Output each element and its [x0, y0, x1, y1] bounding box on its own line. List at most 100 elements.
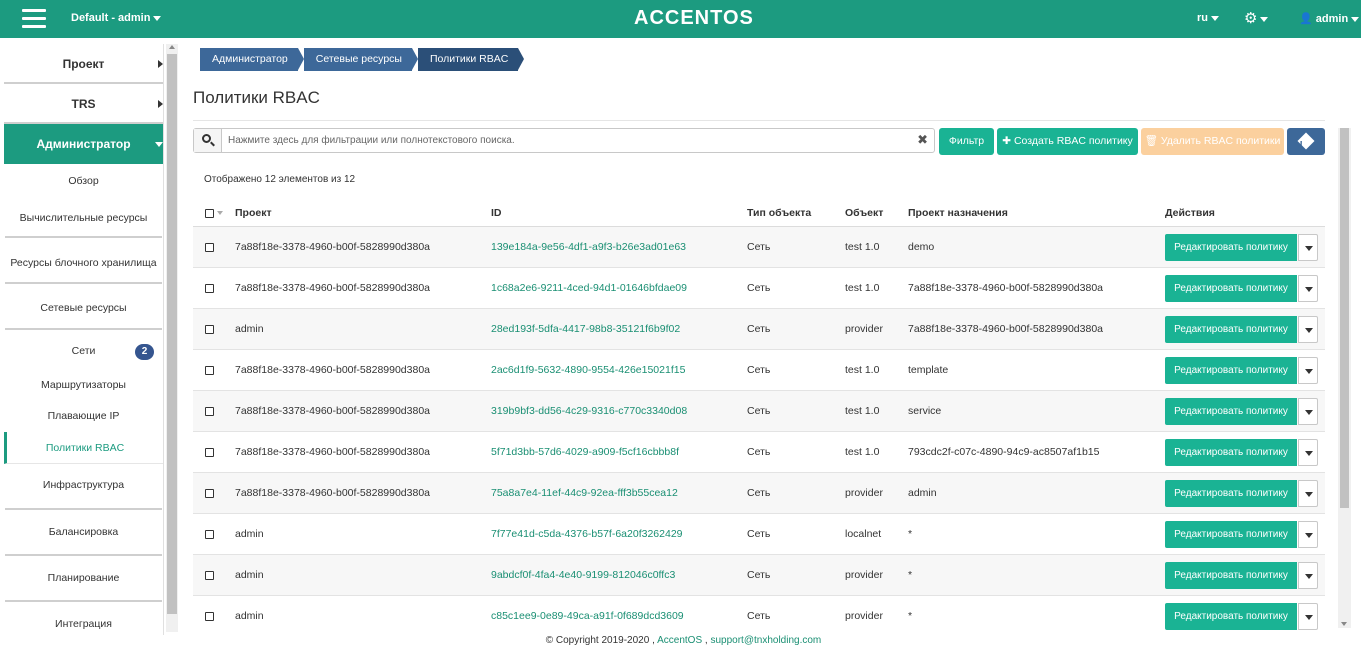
row-checkbox[interactable]: [205, 514, 214, 554]
cell-id-link[interactable]: 75a8a7e4-11ef-44c9-92ea-fff3b55cea12: [491, 473, 678, 513]
sidebar-item-floating-ip[interactable]: Плавающие IP: [4, 401, 163, 432]
sidebar-item-overview[interactable]: Обзор: [4, 164, 163, 200]
delete-rbac-policies-button[interactable]: 🗑 Удалить RBAC политики: [1141, 128, 1284, 155]
settings-gear-icon[interactable]: ⚙: [1244, 9, 1269, 27]
row-actions-dropdown[interactable]: [1298, 234, 1318, 261]
breadcrumb-network[interactable]: Сетевые ресурсы: [303, 48, 419, 71]
sidebar-item-balancing[interactable]: Балансировка: [5, 510, 162, 556]
chevron-down-icon: [1260, 16, 1269, 22]
edit-policy-button[interactable]: Редактировать политику: [1165, 357, 1297, 384]
table-body: 7a88f18e-3378-4960-b00f-5828990d380a 139e…: [193, 227, 1325, 637]
cell-id-link[interactable]: 9abdcf0f-4fa4-4e40-9199-812046c0ffc3: [491, 555, 675, 595]
footer-email-link[interactable]: support@tnxholding.com: [710, 635, 821, 646]
table-row: 7a88f18e-3378-4960-b00f-5828990d380a 319b…: [193, 391, 1325, 432]
project-selector[interactable]: Default - admin: [71, 12, 162, 24]
breadcrumb-admin[interactable]: Администратор: [200, 48, 304, 71]
search-input[interactable]: [228, 133, 908, 148]
brand-logo[interactable]: ACCENTOS: [634, 7, 754, 30]
row-checkbox[interactable]: [205, 268, 214, 308]
row-checkbox[interactable]: [205, 391, 214, 431]
user-menu[interactable]: 👤 admin: [1299, 12, 1360, 25]
cell-id-link[interactable]: 1c68a2e6-9211-4ced-94d1-01646bfdae09: [491, 268, 687, 308]
cell-id-link[interactable]: 7f77e41d-c5da-4376-b57f-6a20f3262429: [491, 514, 683, 554]
chevron-down-icon: [1305, 492, 1313, 497]
sidebar-item-label: Планирование: [47, 572, 120, 584]
row-actions-dropdown[interactable]: [1298, 562, 1318, 589]
row-actions-dropdown[interactable]: [1298, 357, 1318, 384]
sidebar-item-rbac-policies[interactable]: Политики RBAC: [4, 432, 163, 464]
edit-policy-button[interactable]: Редактировать политику: [1165, 275, 1297, 302]
sidebar-item-label: Интеграция: [55, 618, 112, 630]
row-checkbox[interactable]: [205, 309, 214, 349]
row-checkbox[interactable]: [205, 227, 214, 267]
content-scrollbar[interactable]: [1338, 128, 1351, 628]
edit-policy-button[interactable]: Редактировать политику: [1165, 480, 1297, 507]
user-name: admin: [1315, 13, 1349, 25]
footer-product-link[interactable]: AccentOS: [657, 635, 702, 646]
sidebar-item-network[interactable]: Сетевые ресурсы: [5, 284, 162, 330]
chevron-down-icon: [1305, 451, 1313, 456]
sidebar-item-compute[interactable]: Вычислительные ресурсы: [5, 200, 162, 238]
row-checkbox[interactable]: [205, 473, 214, 513]
chevron-down-icon: [1305, 574, 1313, 579]
sidebar-scrollbar[interactable]: [166, 44, 178, 632]
sidebar-section-trs[interactable]: TRS: [4, 84, 163, 124]
sidebar-section-project[interactable]: Проект: [4, 44, 163, 84]
filter-button[interactable]: Фильтр: [939, 128, 994, 155]
cell-id-link[interactable]: 28ed193f-5dfa-4417-98b8-35121f6b9f02: [491, 309, 680, 349]
edit-policy-button[interactable]: Редактировать политику: [1165, 603, 1297, 630]
cell-target-project: *: [908, 569, 913, 581]
caret-down-icon[interactable]: [217, 211, 223, 215]
row-checkbox[interactable]: [205, 350, 214, 390]
content-scroll-thumb[interactable]: [1340, 128, 1349, 508]
column-header-object-type[interactable]: Тип объекта: [747, 200, 811, 226]
sidebar-item-infrastructure[interactable]: Инфраструктура: [5, 464, 162, 510]
sidebar-item-integration[interactable]: Интеграция: [5, 602, 162, 639]
sidebar-item-block-storage[interactable]: Ресурсы блочного хранилища: [5, 238, 162, 284]
row-checkbox[interactable]: [205, 432, 214, 472]
cell-project: 7a88f18e-3378-4960-b00f-5828990d380a: [235, 487, 431, 499]
cell-id-link[interactable]: 2ac6d1f9-5632-4890-9554-426e15021f15: [491, 350, 685, 390]
clear-search-icon[interactable]: ✖: [917, 132, 928, 148]
cell-id-link[interactable]: 319b9bf3-dd56-4c29-9316-c770c3340d08: [491, 391, 687, 431]
row-actions-dropdown[interactable]: [1298, 439, 1318, 466]
row-checkbox[interactable]: [205, 596, 214, 636]
cell-object-type: Сеть: [747, 446, 771, 458]
row-actions-dropdown[interactable]: [1298, 316, 1318, 343]
breadcrumb-rbac[interactable]: Политики RBAC: [417, 48, 525, 71]
column-header-id[interactable]: ID: [491, 200, 502, 226]
row-actions-dropdown[interactable]: [1298, 275, 1318, 302]
search-icon[interactable]: [194, 129, 222, 152]
edit-policy-button[interactable]: Редактировать политику: [1165, 521, 1297, 548]
row-actions-dropdown[interactable]: [1298, 398, 1318, 425]
edit-policy-button[interactable]: Редактировать политику: [1165, 316, 1297, 343]
column-header-project[interactable]: Проект: [235, 200, 272, 226]
menu-toggle-icon[interactable]: [22, 9, 46, 29]
column-header-object[interactable]: Объект: [845, 200, 883, 226]
create-rbac-policy-button[interactable]: ✚ Создать RBAC политику: [997, 128, 1138, 155]
sidebar-scroll-thumb[interactable]: [167, 54, 177, 614]
scroll-up-icon[interactable]: [169, 45, 175, 49]
cell-id-link[interactable]: 5f71d3bb-57d6-4029-a909-f5cf16cbbb8f: [491, 432, 679, 472]
edit-policy-button[interactable]: Редактировать политику: [1165, 234, 1297, 261]
edit-policy-button[interactable]: Редактировать политику: [1165, 398, 1297, 425]
cell-id-link[interactable]: 139e184a-9e56-4df1-a9f3-b26e3ad01e63: [491, 227, 686, 267]
cell-project: 7a88f18e-3378-4960-b00f-5828990d380a: [235, 364, 431, 376]
sidebar-section-admin[interactable]: Администратор: [4, 124, 163, 164]
row-actions-dropdown[interactable]: [1298, 603, 1318, 630]
sidebar-item-networks[interactable]: Сети 2: [4, 330, 163, 370]
row-actions-dropdown[interactable]: [1298, 480, 1318, 507]
scroll-down-icon[interactable]: [1341, 622, 1347, 626]
sidebar-item-routers[interactable]: Маршрутизаторы: [4, 370, 163, 401]
language-selector[interactable]: ru: [1197, 12, 1219, 24]
cell-object: provider: [845, 323, 883, 335]
column-header-target-project[interactable]: Проект назначения: [908, 200, 1008, 226]
cell-id-link[interactable]: c85c1ee9-0e89-49ca-a91f-0f689dcd3609: [491, 596, 684, 636]
edit-policy-button[interactable]: Редактировать политику: [1165, 439, 1297, 466]
edit-policy-button[interactable]: Редактировать политику: [1165, 562, 1297, 589]
select-all-checkbox[interactable]: [205, 200, 223, 226]
sidebar-item-scheduling[interactable]: Планирование: [5, 556, 162, 602]
info-button[interactable]: !: [1287, 128, 1325, 155]
row-checkbox[interactable]: [205, 555, 214, 595]
row-actions-dropdown[interactable]: [1298, 521, 1318, 548]
